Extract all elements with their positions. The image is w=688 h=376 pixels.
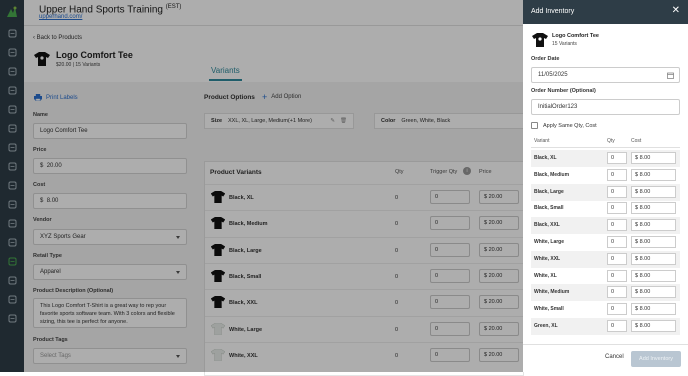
variant-name: White, XL [534,272,557,279]
order-number-label: Order Number (Optional) [531,88,596,94]
variant-name: Black, XXL [534,222,560,229]
variant-name: Black, XL [534,155,557,161]
cost-value: 8.00 [639,205,651,212]
variant-name: White, Large [534,239,565,245]
col-qty: Qty [607,138,615,144]
cost-input[interactable]: $ 8.00 [631,269,676,282]
inventory-row: Green, XL 0 $ 8.00 [531,318,680,335]
cost-input[interactable]: $ 8.00 [631,236,676,248]
variant-name: Black, Small [534,205,564,212]
qty-input[interactable]: 0 [607,286,627,299]
inventory-table-header: Variant Qty Cost [531,134,680,148]
qty-input[interactable]: 0 [607,252,627,265]
qty-input[interactable]: 0 [607,219,627,232]
add-inventory-button[interactable]: Add Inventory [631,351,681,367]
inventory-row: Black, XXL 0 $ 8.00 [531,217,680,235]
variant-name: Green, XL [534,323,558,329]
qty-input[interactable]: 0 [607,185,627,198]
col-cost: Cost [631,138,642,144]
add-inventory-panel: Add Inventory ✕ Logo Comfort Tee 15 Vari… [523,0,688,372]
cost-value: 8.00 [639,255,651,262]
qty-input[interactable]: 0 [607,303,627,316]
cost-value: 8.00 [639,289,651,296]
panel-header: Add Inventory ✕ [523,0,688,24]
cost-value: 8.00 [639,155,651,161]
close-icon[interactable]: ✕ [672,6,680,16]
calendar-icon[interactable] [667,72,674,79]
cancel-button[interactable]: Cancel [605,354,624,360]
qty-input[interactable]: 0 [607,269,627,282]
panel-title: Add Inventory [531,8,575,15]
cost-value: 8.00 [639,188,651,195]
inventory-row: White, Medium 0 $ 8.00 [531,284,680,302]
inventory-row: Black, Small 0 $ 8.00 [531,200,680,217]
qty-input[interactable]: 0 [607,168,627,181]
qty-input[interactable]: 0 [607,320,627,332]
cost-input[interactable]: $ 8.00 [631,185,676,198]
inventory-row: White, Small 0 $ 8.00 [531,301,680,318]
cost-value: 8.00 [639,222,651,229]
tshirt-icon [532,33,548,47]
inventory-row: Black, XL 0 $ 8.00 [531,150,680,167]
inventory-row: White, XL 0 $ 8.00 [531,268,680,285]
variant-name: White, Medium [534,289,570,296]
cost-input[interactable]: $ 8.00 [631,202,676,215]
apply-same-label: Apply Same Qty, Cost [543,123,597,129]
panel-product-sub: 15 Variants [552,41,577,47]
cost-input[interactable]: $ 8.00 [631,219,676,232]
inventory-row: White, XXL 0 $ 8.00 [531,250,680,268]
cost-input[interactable]: $ 8.00 [631,320,676,332]
order-date-value: 11/05/2025 [538,72,568,78]
cost-input[interactable]: $ 8.00 [631,286,676,299]
modal-overlay[interactable] [0,0,523,372]
cost-value: 8.00 [639,272,651,279]
inventory-table: Variant Qty Cost Black, XL 0 $ 8.00 Black, … [531,134,680,344]
qty-input[interactable]: 0 [607,236,627,248]
cost-input[interactable]: $ 8.00 [631,168,676,181]
apply-same-checkbox[interactable] [531,122,538,129]
variant-name: Black, Large [534,188,564,195]
cost-value: 8.00 [639,306,651,313]
inventory-row: Black, Large 0 $ 8.00 [531,183,680,201]
col-variant: Variant [534,138,550,144]
variant-name: White, Small [534,306,564,313]
panel-footer: Cancel Add Inventory [523,344,688,372]
cost-value: 8.00 [639,323,651,329]
qty-input[interactable]: 0 [607,202,627,215]
variant-name: White, XXL [534,255,561,262]
cost-value: 8.00 [639,171,651,178]
cost-input[interactable]: $ 8.00 [631,252,676,265]
order-date-label: Order Date [531,56,560,62]
panel-product-name: Logo Comfort Tee [552,33,599,39]
qty-input[interactable]: 0 [607,152,627,164]
cost-value: 8.00 [639,239,651,245]
variant-name: Black, Medium [534,171,570,178]
cost-input[interactable]: $ 8.00 [631,152,676,164]
inventory-row: White, Large 0 $ 8.00 [531,234,680,251]
cost-input[interactable]: $ 8.00 [631,303,676,316]
order-number-input[interactable]: InitialOrder123 [531,99,680,115]
inventory-row: Black, Medium 0 $ 8.00 [531,167,680,184]
order-date-input[interactable]: 11/05/2025 [531,67,680,83]
